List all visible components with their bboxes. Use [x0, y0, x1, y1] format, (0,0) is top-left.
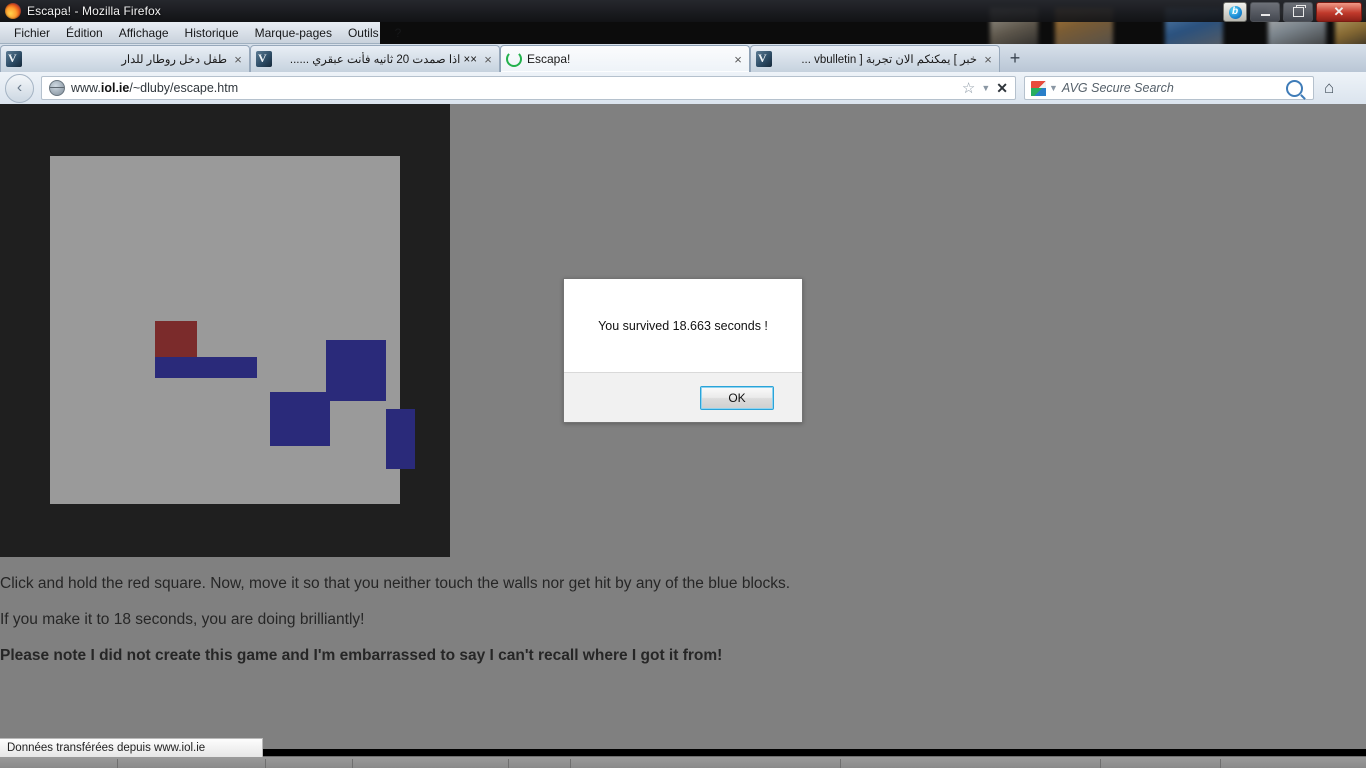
blue-block-1 [155, 357, 257, 378]
stop-icon[interactable]: ✕ [996, 80, 1008, 97]
bookmark-star-icon[interactable]: ☆ [962, 81, 975, 96]
ok-button[interactable]: OK [700, 385, 774, 410]
search-engine-chevron-icon[interactable]: ▼ [1049, 83, 1058, 93]
search-bar[interactable]: ▼ AVG Secure Search [1024, 76, 1314, 100]
tab-4[interactable]: خبر ] يمكنكم الان تجربة [ vbulletin ... … [750, 45, 1000, 72]
tab-1-close-icon[interactable]: × [231, 53, 245, 66]
alert-dialog-footer: OK [564, 372, 802, 422]
back-button[interactable]: ‹ [5, 73, 34, 103]
instructions-line-3: Please note I did not create this game a… [0, 647, 723, 664]
taskbar-divider [1220, 759, 1221, 768]
taskbar-divider [352, 759, 353, 768]
taskbar-divider [1100, 759, 1101, 768]
url-text: www.iol.ie/~dluby/escape.htm [71, 81, 962, 95]
status-text: Données transférées depuis www.iol.ie [7, 742, 206, 754]
chevron-down-icon[interactable]: ▼ [981, 83, 990, 93]
blue-block-4 [386, 409, 415, 469]
minimize-icon [1260, 13, 1270, 16]
tab-1[interactable]: طفل دخل روطار للدار × [0, 45, 250, 72]
window-title: Escapa! - Mozilla Firefox [27, 4, 161, 18]
game-embed-area [0, 104, 450, 557]
firefox-logo-icon [5, 3, 21, 19]
tab-2-label: ×× اذا صمدت 20 ثانيه فأنت عبقري ...... [289, 54, 477, 66]
tab-3-escapa[interactable]: Escapa! × [500, 45, 750, 72]
close-button[interactable]: ✕ [1316, 2, 1362, 22]
taskbar[interactable] [0, 756, 1366, 768]
tab-1-label: طفل دخل روطار للدار [121, 54, 227, 66]
menu-edition[interactable]: Édition [58, 24, 111, 42]
menu-outils[interactable]: Outils [340, 24, 387, 42]
vbulletin-icon [256, 51, 272, 67]
restore-button[interactable] [1283, 2, 1313, 22]
menu-marque-pages[interactable]: Marque-pages [247, 24, 340, 42]
tab-4-label: خبر ] يمكنكم الان تجربة [ vbulletin ... [801, 54, 977, 66]
browser-screenshot: Escapa! - Mozilla Firefox b ✕ Fichier Éd… [0, 0, 1366, 768]
home-icon[interactable]: ⌂ [1324, 78, 1334, 98]
page-content: Click and hold the red square. Now, move… [0, 104, 1366, 749]
avg-logo-icon [1031, 80, 1046, 96]
taskbar-divider [570, 759, 571, 768]
menu-affichage[interactable]: Affichage [111, 24, 177, 42]
tab-2[interactable]: ×× اذا صمدت 20 ثانيه فأنت عبقري ...... × [250, 45, 500, 72]
url-domain: iol.ie [100, 81, 130, 95]
tab-strip: طفل دخل روطار للدار × ×× اذا صمدت 20 ثان… [0, 44, 1366, 73]
taskbar-divider [508, 759, 509, 768]
game-canvas[interactable] [50, 156, 415, 504]
globe-icon [49, 80, 65, 96]
url-prefix: www. [71, 81, 101, 95]
red-square-player[interactable] [155, 321, 197, 357]
tab-4-close-icon[interactable]: × [981, 53, 995, 66]
tab-2-close-icon[interactable]: × [481, 53, 495, 66]
alert-dialog-body: You survived 18.663 seconds ! [564, 279, 802, 372]
vbulletin-icon [6, 51, 22, 67]
instructions-line-1: Click and hold the red square. Now, move… [0, 575, 791, 592]
vbulletin-icon [756, 51, 772, 67]
bing-icon: b [1228, 5, 1242, 19]
restore-icon [1292, 5, 1306, 17]
window-titlebar: Escapa! - Mozilla Firefox b ✕ [0, 0, 1366, 22]
status-bar: Données transférées depuis www.iol.ie [0, 738, 263, 757]
bing-button[interactable]: b [1223, 2, 1247, 22]
blue-block-3 [270, 392, 330, 446]
menu-historique[interactable]: Historique [177, 24, 247, 42]
taskbar-divider [117, 759, 118, 768]
tab-3-close-icon[interactable]: × [731, 53, 745, 66]
instructions-line-2: If you make it to 18 seconds, you are do… [0, 611, 365, 628]
new-tab-button[interactable]: + [1004, 49, 1026, 69]
window-controls: b ✕ [1223, 2, 1362, 22]
search-input[interactable]: AVG Secure Search [1062, 81, 1286, 95]
minimize-button[interactable] [1250, 2, 1280, 22]
menu-fichier[interactable]: Fichier [6, 24, 58, 42]
search-icon[interactable] [1286, 79, 1303, 97]
menubar: Fichier Édition Affichage Historique Mar… [0, 22, 401, 44]
alert-message: You survived 18.663 seconds ! [598, 318, 768, 333]
url-path: /~dluby/escape.htm [129, 81, 239, 95]
navigation-toolbar: ‹ www.iol.ie/~dluby/escape.htm ☆ ▼ ✕ ▼ A… [0, 72, 1366, 105]
alert-dialog: You survived 18.663 seconds ! OK [563, 278, 803, 423]
blue-block-2 [326, 340, 386, 401]
url-bar[interactable]: www.iol.ie/~dluby/escape.htm ☆ ▼ ✕ [41, 76, 1016, 100]
url-bar-actions: ☆ ▼ ✕ [962, 80, 1015, 97]
tab-3-label: Escapa! [527, 52, 571, 66]
taskbar-divider [265, 759, 266, 768]
escapa-loading-icon [506, 51, 522, 67]
taskbar-divider [840, 759, 841, 768]
menu-help[interactable]: ? [387, 24, 410, 42]
